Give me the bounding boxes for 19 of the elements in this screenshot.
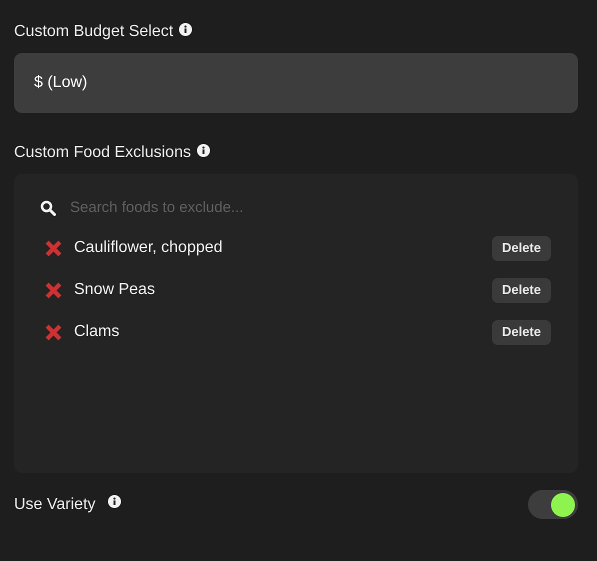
info-icon[interactable] — [108, 495, 121, 508]
delete-button[interactable]: Delete — [492, 320, 551, 344]
food-name: Clams — [74, 322, 120, 342]
cross-icon — [45, 282, 62, 298]
food-name: Cauliflower, chopped — [74, 238, 223, 258]
cross-icon — [45, 240, 62, 256]
delete-button[interactable]: Delete — [492, 236, 551, 260]
search-icon — [40, 200, 56, 216]
info-icon[interactable] — [196, 144, 210, 157]
field-label: Use Variety — [14, 494, 96, 514]
field-label: Custom Budget Select — [14, 22, 174, 42]
search-field[interactable]: Search foods to exclude... — [70, 196, 552, 220]
budget-select[interactable]: $ (Low) — [14, 53, 578, 113]
cross-icon — [45, 324, 62, 340]
delete-button[interactable]: Delete — [492, 278, 551, 302]
variety-toggle[interactable] — [528, 490, 578, 519]
field-label: Custom Food Exclusions — [14, 143, 191, 163]
info-icon[interactable] — [179, 23, 192, 36]
food-name: Snow Peas — [74, 280, 155, 300]
